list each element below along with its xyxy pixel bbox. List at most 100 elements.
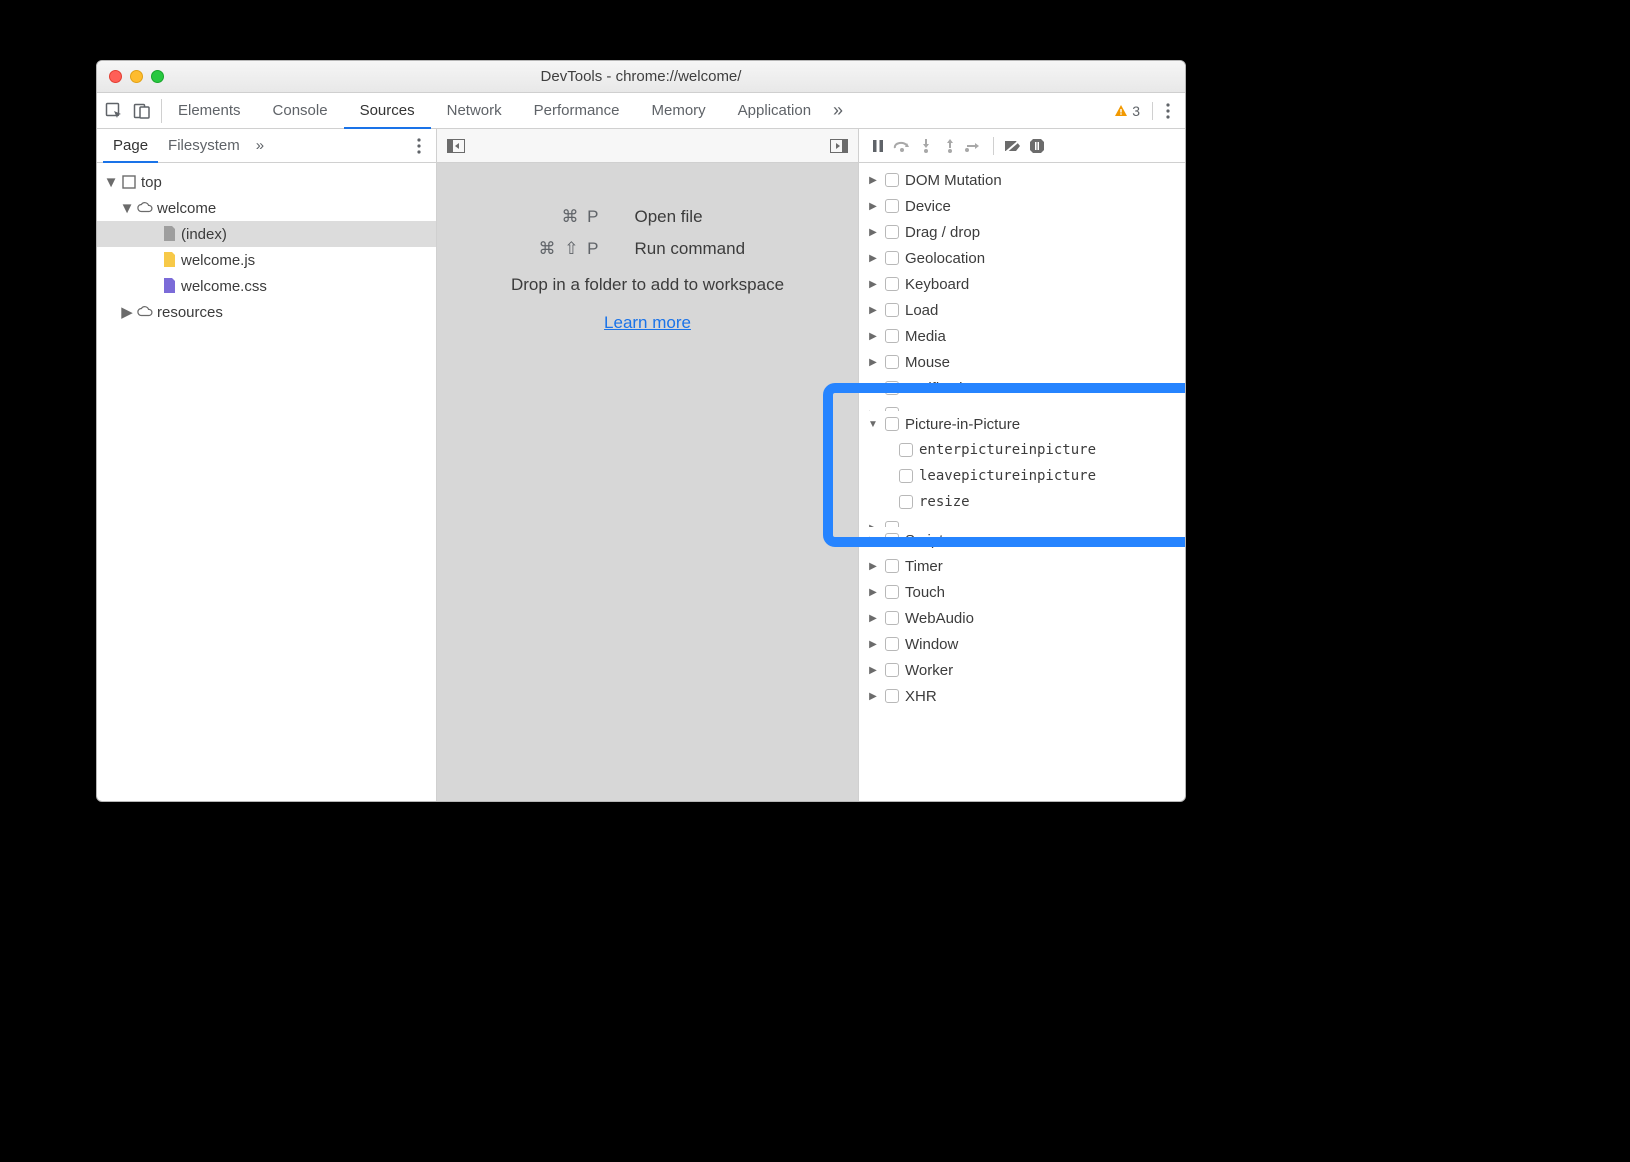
checkbox[interactable] <box>885 611 899 625</box>
editor-placeholder: ⌘ P Open file ⌘ ⇧ P Run command Drop in … <box>437 163 858 801</box>
tree-node-welcome-js[interactable]: welcome.js <box>97 247 436 273</box>
chevron-right-icon: ▶ <box>867 522 879 527</box>
tree-node-resources[interactable]: ▶ resources <box>97 299 436 325</box>
chevron-right-icon: ▶ <box>867 612 879 624</box>
tree-node-index[interactable]: (index) <box>97 221 436 247</box>
step-icon[interactable] <box>963 135 985 157</box>
event-category[interactable]: ▶ Worker <box>859 657 1185 683</box>
tree-node-domain[interactable]: ▼ welcome <box>97 195 436 221</box>
css-file-icon <box>161 277 177 295</box>
event-category[interactable]: ▶ Device <box>859 193 1185 219</box>
event-item[interactable]: resize <box>859 489 1185 515</box>
shortcut-label: Run command <box>635 239 785 259</box>
zoom-window-button[interactable] <box>151 70 164 83</box>
tab-performance[interactable]: Performance <box>518 93 636 128</box>
more-subtabs-icon[interactable]: » <box>250 137 270 154</box>
event-item[interactable]: enterpictureinpicture <box>859 437 1185 463</box>
warning-count: 3 <box>1132 103 1140 119</box>
event-category[interactable]: ▶ Load <box>859 297 1185 323</box>
checkbox[interactable] <box>885 585 899 599</box>
event-category[interactable]: ▶ Script <box>859 527 1185 553</box>
subtab-filesystem[interactable]: Filesystem <box>158 129 250 162</box>
checkbox[interactable] <box>885 559 899 573</box>
event-category[interactable]: ▶ XHR <box>859 683 1185 709</box>
pause-on-exceptions-icon[interactable] <box>1026 135 1048 157</box>
checkbox[interactable] <box>885 417 899 431</box>
titlebar: DevTools - chrome://welcome/ <box>97 61 1185 93</box>
event-category[interactable]: ▶ WebAudio <box>859 605 1185 631</box>
checkbox[interactable] <box>885 637 899 651</box>
tab-elements[interactable]: Elements <box>162 93 257 128</box>
close-window-button[interactable] <box>109 70 122 83</box>
navigator-subtabs: Page Filesystem » <box>97 129 436 163</box>
chevron-right-icon: ▶ <box>867 304 879 316</box>
step-out-icon[interactable] <box>939 135 961 157</box>
more-tabs-icon[interactable]: » <box>827 100 849 122</box>
checkbox[interactable] <box>885 663 899 677</box>
event-category[interactable]: ▶ Timer <box>859 553 1185 579</box>
tab-sources[interactable]: Sources <box>344 94 431 129</box>
navigator-menu-icon[interactable] <box>408 138 430 154</box>
tree-node-welcome-css[interactable]: welcome.css <box>97 273 436 299</box>
chevron-right-icon: ▶ <box>867 408 879 411</box>
event-category[interactable]: ▶ Touch <box>859 579 1185 605</box>
show-debugger-icon[interactable] <box>828 135 850 157</box>
checkbox[interactable] <box>885 303 899 317</box>
event-listener-breakpoints: ▶ DOM Mutation ▶ Device ▶ Drag / drop ▶ … <box>859 163 1185 801</box>
minimize-window-button[interactable] <box>130 70 143 83</box>
category-label: WebAudio <box>905 610 974 627</box>
step-into-icon[interactable] <box>915 135 937 157</box>
event-item[interactable]: leavepictureinpicture <box>859 463 1185 489</box>
event-category[interactable]: ▶ Geolocation <box>859 245 1185 271</box>
checkbox[interactable] <box>885 407 899 411</box>
settings-menu-icon[interactable] <box>1157 103 1179 119</box>
window-title: DevTools - chrome://welcome/ <box>97 68 1185 85</box>
checkbox[interactable] <box>885 381 899 395</box>
category-label: Load <box>905 302 938 319</box>
warnings-badge[interactable]: 3 <box>1106 103 1148 119</box>
device-toolbar-icon[interactable] <box>131 100 153 122</box>
checkbox[interactable] <box>885 251 899 265</box>
debugger-toolbar <box>859 129 1185 163</box>
checkbox[interactable] <box>885 689 899 703</box>
inspect-element-icon[interactable] <box>103 100 125 122</box>
event-category[interactable]: ▶ Media <box>859 323 1185 349</box>
subtab-page[interactable]: Page <box>103 130 158 163</box>
deactivate-breakpoints-icon[interactable] <box>1002 135 1024 157</box>
event-category[interactable]: ▶ <box>859 515 1185 527</box>
tab-console[interactable]: Console <box>257 93 344 128</box>
event-category[interactable]: ▶ <box>859 401 1185 411</box>
category-label: Keyboard <box>905 276 969 293</box>
tab-memory[interactable]: Memory <box>636 93 722 128</box>
chevron-right-icon: ▶ <box>867 174 879 186</box>
event-category-picture-in-picture[interactable]: ▼ Picture-in-Picture <box>859 411 1185 437</box>
checkbox[interactable] <box>885 199 899 213</box>
event-category[interactable]: ▶ Drag / drop <box>859 219 1185 245</box>
tab-network[interactable]: Network <box>431 93 518 128</box>
checkbox[interactable] <box>885 277 899 291</box>
event-category[interactable]: ▶ Keyboard <box>859 271 1185 297</box>
navigator-panel: Page Filesystem » ▼ top ▼ <box>97 129 437 801</box>
checkbox[interactable] <box>885 329 899 343</box>
step-over-icon[interactable] <box>891 135 913 157</box>
event-category[interactable]: ▶ Notification <box>859 375 1185 401</box>
checkbox[interactable] <box>885 355 899 369</box>
tree-node-top[interactable]: ▼ top <box>97 169 436 195</box>
chevron-right-icon: ▶ <box>867 534 879 546</box>
event-category[interactable]: ▶ DOM Mutation <box>859 167 1185 193</box>
checkbox[interactable] <box>885 533 899 547</box>
category-label: DOM Mutation <box>905 172 1002 189</box>
event-category[interactable]: ▶ Mouse <box>859 349 1185 375</box>
checkbox[interactable] <box>885 173 899 187</box>
tab-application[interactable]: Application <box>722 93 827 128</box>
checkbox[interactable] <box>899 495 913 509</box>
checkbox[interactable] <box>885 521 899 527</box>
learn-more-link[interactable]: Learn more <box>604 313 691 333</box>
show-navigator-icon[interactable] <box>445 135 467 157</box>
pause-script-icon[interactable] <box>867 135 889 157</box>
chevron-down-icon: ▼ <box>105 176 117 188</box>
checkbox[interactable] <box>899 443 913 457</box>
checkbox[interactable] <box>899 469 913 483</box>
event-category[interactable]: ▶ Window <box>859 631 1185 657</box>
checkbox[interactable] <box>885 225 899 239</box>
